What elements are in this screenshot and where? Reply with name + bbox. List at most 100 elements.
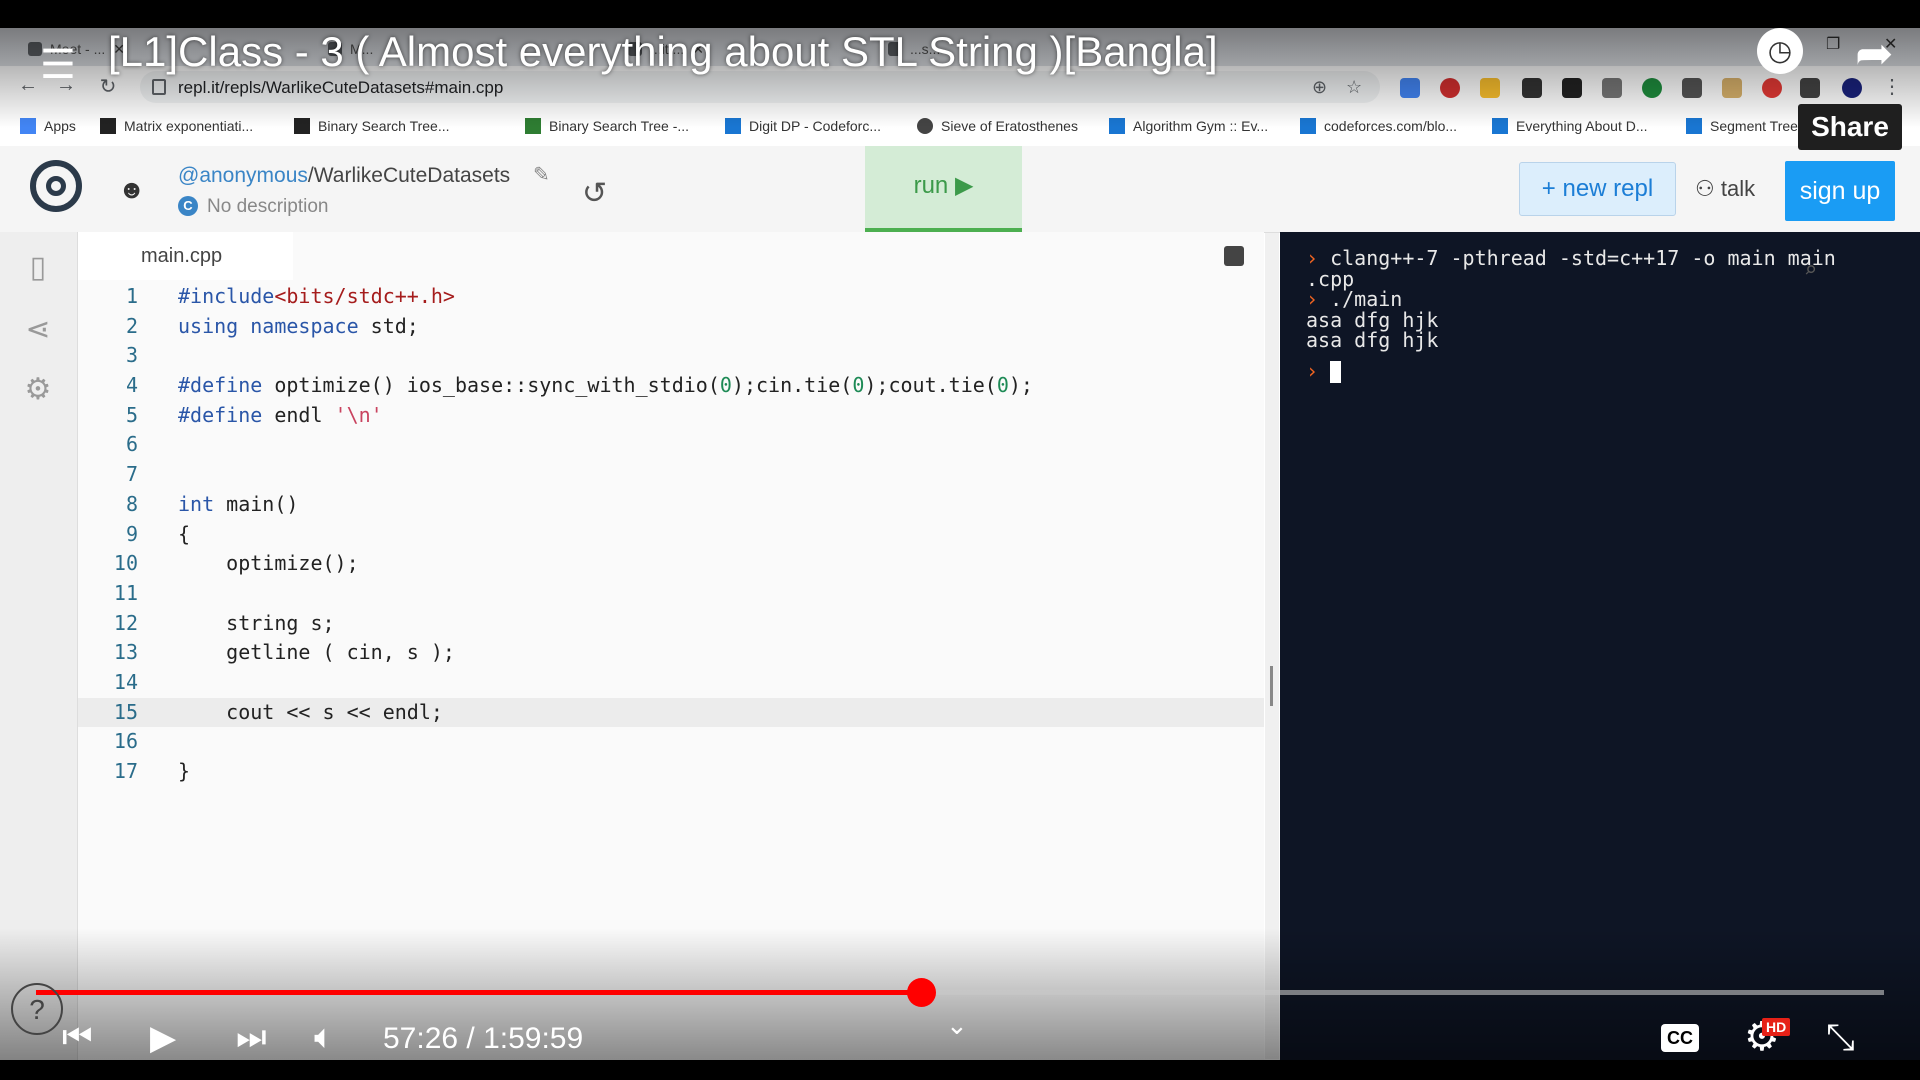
code-text: { — [178, 521, 191, 546]
code-line[interactable]: 4 #define optimize() ios_base::sync_with_… — [78, 371, 1264, 401]
bookmark-item[interactable]: Segment Tree — [1686, 118, 1798, 134]
codeforces-icon — [1300, 118, 1316, 134]
share-tooltip: Share — [1798, 104, 1902, 150]
line-number: 16 — [113, 729, 138, 754]
next-icon[interactable]: ⏭ — [236, 1018, 267, 1057]
bookmark-item[interactable]: Matrix exponentiati... — [100, 118, 253, 134]
code-line[interactable]: 12 string s; — [78, 609, 1264, 639]
line-number: 1 — [125, 284, 138, 308]
exit-fullscreen-icon[interactable]: ⤡ — [1826, 1016, 1855, 1059]
code-line[interactable]: 6 — [78, 430, 1264, 460]
code-line[interactable]: 7 — [78, 460, 1264, 490]
line-number: 14 — [113, 669, 138, 694]
console-terminal[interactable]: › clang++-7 -pthread -std=c++17 -o main … — [1280, 232, 1920, 1060]
extension-icon[interactable] — [1642, 78, 1662, 98]
opera-extension-icon[interactable] — [1440, 78, 1460, 98]
bookmark-item[interactable]: Everything About D... — [1492, 118, 1648, 134]
restore-icon[interactable]: ❐ — [1826, 34, 1840, 54]
editor-menu-icon[interactable] — [1224, 246, 1244, 266]
font-extension-icon[interactable] — [1682, 78, 1702, 98]
terminal-input-line[interactable]: › — [1306, 359, 1342, 383]
code-line[interactable]: 5 #define endl '\n' — [78, 401, 1264, 431]
files-icon[interactable]: ▯ — [20, 250, 56, 285]
bookmark-item[interactable]: Algorithm Gym :: Ev... — [1109, 118, 1268, 134]
new-repl-button[interactable]: + new repl — [1519, 162, 1676, 216]
profile-avatar[interactable] — [1842, 78, 1862, 98]
code-line[interactable]: 15 cout << s << endl; — [78, 697, 1264, 728]
video-frame[interactable]: Meet - ... ✕ M... ...it ... ✕ ...s... ❐ ✕ … — [0, 28, 1920, 1060]
extension-icon[interactable] — [1400, 78, 1420, 98]
previous-icon[interactable]: ⏮ — [62, 1018, 93, 1057]
bookmark-star-icon[interactable]: ☆ — [1346, 77, 1362, 98]
code-line[interactable]: 3 — [78, 341, 1264, 371]
extension-icon[interactable] — [1562, 78, 1582, 98]
puzzle-icon[interactable] — [1800, 78, 1820, 98]
bookmark-item[interactable]: Sieve of Eratosthenes — [917, 118, 1078, 134]
share-graph-icon[interactable]: ⋖ — [20, 312, 56, 347]
extension-icon[interactable] — [1762, 78, 1782, 98]
code-line[interactable]: 14 — [78, 668, 1264, 698]
signup-button[interactable]: sign up — [1785, 161, 1895, 221]
file-tab-main-cpp[interactable]: main.cpp — [78, 232, 293, 280]
play-icon[interactable]: ▶ — [150, 1018, 176, 1058]
progress-scrubber[interactable] — [906, 978, 936, 1007]
codeforces-icon — [725, 118, 741, 134]
replit-logo[interactable] — [30, 160, 82, 212]
history-icon[interactable]: ↺ — [582, 176, 607, 211]
code-line[interactable]: 8 int main() — [78, 490, 1264, 520]
extension-icon[interactable] — [1602, 78, 1622, 98]
line-number: 12 — [113, 610, 138, 635]
extension-icon[interactable] — [1522, 78, 1542, 98]
bookmark-favicon-icon — [525, 118, 541, 134]
watch-later-clock-icon[interactable]: ◷ — [1757, 28, 1803, 74]
star-extension-icon[interactable] — [1480, 78, 1500, 98]
settings-gear-icon[interactable]: ⚙ — [20, 372, 56, 407]
extension-icon[interactable] — [1722, 78, 1742, 98]
owner-link[interactable]: @anonymous — [178, 164, 308, 187]
terminal-text: clang++-7 -pthread -std=c++17 -o main ma… — [1330, 246, 1836, 270]
edit-pencil-icon[interactable]: ✎ — [533, 162, 550, 187]
bookmarks-bar: Apps Matrix exponentiati... Binary Searc… — [0, 108, 1920, 147]
code-text: string s; — [178, 610, 335, 635]
help-button[interactable]: ? — [11, 983, 63, 1035]
video-title[interactable]: [L1]Class - 3 ( Almost everything about … — [108, 28, 1218, 76]
code-line[interactable]: 2 using namespace std; — [78, 312, 1264, 342]
search-icon[interactable]: ⌕ — [1804, 258, 1817, 283]
code-lines[interactable]: 1 #include<bits/stdc++.h> 2 using namespace… — [78, 282, 1264, 787]
code-line[interactable]: 11 — [78, 579, 1264, 609]
code-text: cout << s << endl; — [178, 699, 443, 724]
code-editor[interactable]: main.cpp 1 #include<bits/stdc++.h> 2 using … — [78, 232, 1264, 1060]
back-icon[interactable]: ← — [14, 74, 42, 97]
talk-link[interactable]: ⚇ talk — [1695, 176, 1755, 202]
code-text: #include<bits/stdc++.h> — [178, 284, 455, 308]
chevron-down-icon[interactable]: ⌄ — [946, 1010, 968, 1041]
captions-button[interactable]: CC — [1661, 1024, 1699, 1052]
scroll-thumb[interactable] — [1270, 666, 1273, 706]
progress-bar[interactable] — [36, 978, 1884, 1007]
hamburger-menu-icon[interactable]: ☰ — [40, 42, 76, 88]
anonymous-avatar-icon: ☻ — [118, 174, 146, 204]
share-arrow-icon[interactable]: ➦ — [1855, 28, 1894, 80]
bookmark-item[interactable]: codeforces.com/blo... — [1300, 118, 1457, 134]
people-icon: ⚇ — [1695, 176, 1721, 201]
bookmark-item[interactable]: Binary Search Tree -... — [525, 118, 689, 134]
code-line[interactable]: 16 — [78, 727, 1264, 757]
editor-scrollbar[interactable] — [1265, 233, 1279, 1059]
lock-icon — [152, 79, 166, 95]
code-line[interactable]: 9{ — [78, 520, 1264, 550]
code-text: #define endl '\n' — [178, 402, 383, 427]
code-line[interactable]: 13 getline ( cin, s ); — [78, 638, 1264, 668]
volume-icon[interactable]: 🔈︎ — [314, 1018, 334, 1057]
code-line[interactable]: 1 #include<bits/stdc++.h> — [78, 282, 1264, 312]
bookmark-item[interactable]: Binary Search Tree... — [294, 118, 450, 134]
bookmark-item[interactable]: Digit DP - Codeforc... — [725, 118, 881, 134]
line-number: 5 — [125, 402, 138, 427]
bookmark-apps[interactable]: Apps — [20, 118, 76, 134]
code-line[interactable]: 17} — [78, 757, 1264, 787]
terminal-line: › clang++-7 -pthread -std=c++17 -o main … — [1306, 246, 1836, 270]
run-button[interactable]: run ▶ — [865, 146, 1022, 233]
reload-icon[interactable]: ↻ — [94, 74, 122, 99]
codeforces-icon — [1686, 118, 1702, 134]
zoom-icon[interactable]: ⊕ — [1312, 77, 1327, 98]
code-line[interactable]: 10 optimize(); — [78, 549, 1264, 579]
